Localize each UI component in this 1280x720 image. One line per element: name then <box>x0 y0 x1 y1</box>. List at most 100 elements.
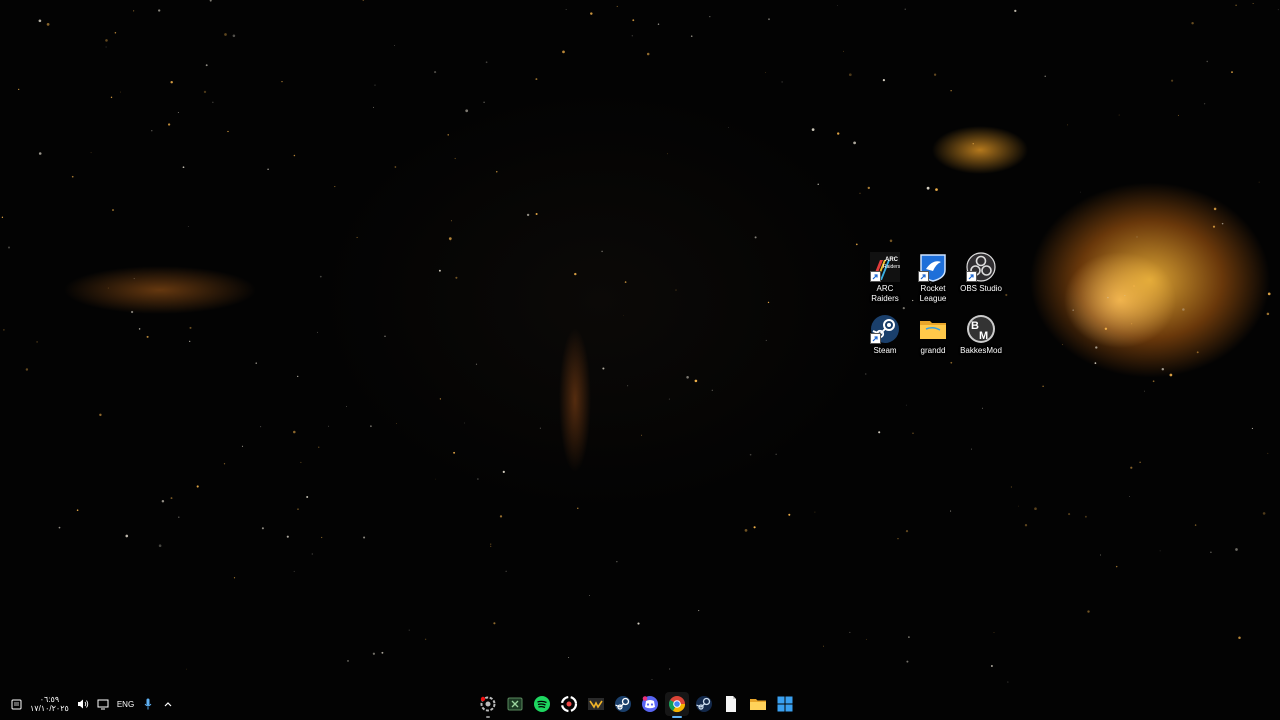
discord-icon <box>642 696 658 712</box>
taskbar-app-chrome[interactable] <box>665 692 689 718</box>
notification-icon[interactable] <box>10 698 22 710</box>
star <box>526 213 530 217</box>
star <box>267 168 269 171</box>
star <box>574 272 577 276</box>
taskbar-app-spotify[interactable] <box>530 692 554 716</box>
taskbar-app-steam-2[interactable] <box>692 692 716 716</box>
star <box>1194 524 1197 526</box>
star <box>370 425 372 428</box>
desktop-icon-steam[interactable]: Steam <box>862 314 908 376</box>
svg-text:B: B <box>971 320 979 332</box>
star <box>212 101 214 103</box>
taskbar-app-start[interactable] <box>773 692 797 716</box>
star <box>362 0 365 1</box>
rocket-league-icon <box>918 252 948 282</box>
taskbar-app-discord[interactable] <box>638 692 662 716</box>
star <box>223 463 226 465</box>
star <box>151 130 153 132</box>
star <box>811 128 815 131</box>
star <box>1 216 4 218</box>
star <box>667 153 668 155</box>
star <box>972 143 974 145</box>
star <box>99 413 102 417</box>
taskbar-app-settings[interactable] <box>476 692 500 718</box>
star <box>1139 461 1141 463</box>
star <box>1007 681 1009 683</box>
star <box>590 12 593 15</box>
star <box>224 33 227 36</box>
star <box>293 154 296 157</box>
star <box>1258 181 1260 183</box>
microphone-icon[interactable] <box>142 698 154 710</box>
star <box>490 545 492 547</box>
volume-icon[interactable] <box>77 698 89 710</box>
taskbar-app-file-explorer[interactable] <box>746 692 770 716</box>
star <box>186 668 187 670</box>
desktop-icon-label: Rocket League <box>919 284 947 303</box>
desktop-icon-obs-studio[interactable]: OBS Studio <box>958 252 1004 314</box>
running-indicator <box>486 716 490 718</box>
taskbar-app-steam[interactable] <box>611 692 635 716</box>
star <box>588 595 590 597</box>
star <box>424 638 427 641</box>
language-indicator[interactable]: ENG <box>117 700 134 709</box>
desktop-icon-arc-raiders[interactable]: ARC Raiders ARC Raiders <box>862 252 908 314</box>
star <box>447 134 449 136</box>
star <box>1251 427 1253 429</box>
star <box>1238 636 1241 639</box>
star <box>1210 551 1212 553</box>
star <box>926 186 930 190</box>
star <box>189 326 192 329</box>
star <box>110 96 113 99</box>
star <box>281 81 283 83</box>
star <box>1213 207 1217 211</box>
star <box>1266 312 1270 316</box>
desktop-icon-bakkesmod[interactable]: B M BakkesMod <box>958 314 1004 376</box>
clock[interactable]: ٠٦:٥٩ ١٧/١٠/٢٠٢٥ <box>30 695 69 713</box>
desktop-icon-grandd[interactable]: grandd <box>910 314 956 376</box>
start-icon <box>777 696 793 712</box>
star <box>1100 554 1101 556</box>
star <box>293 570 295 572</box>
star <box>158 9 161 12</box>
desktop-icon-label: ARC Raiders <box>871 284 899 303</box>
star <box>255 362 257 364</box>
star <box>161 499 165 503</box>
star <box>1252 3 1254 4</box>
star <box>1068 513 1071 516</box>
star <box>1159 550 1161 552</box>
chrome-icon <box>668 696 686 713</box>
star <box>539 427 541 429</box>
star <box>485 61 488 64</box>
star <box>449 240 451 242</box>
star <box>346 406 348 407</box>
star <box>1203 103 1206 105</box>
star <box>1124 295 1126 297</box>
star <box>464 422 465 424</box>
desktop[interactable]: ARC Raiders ARC Raiders Rocket League OB… <box>0 0 1280 720</box>
star <box>170 497 173 500</box>
star <box>209 0 212 2</box>
star <box>133 10 135 12</box>
star <box>318 446 320 448</box>
star <box>505 570 507 572</box>
star <box>1136 236 1138 238</box>
star <box>293 430 296 434</box>
star <box>1267 292 1271 296</box>
taskbar-app-game[interactable] <box>584 692 608 716</box>
star <box>90 152 92 154</box>
star <box>227 130 229 133</box>
taskbar-app-xbox[interactable] <box>503 692 527 716</box>
taskbar-app-epic[interactable] <box>557 692 581 716</box>
star <box>1144 390 1145 392</box>
star <box>728 127 729 128</box>
clock-time: ٠٦:٥٩ <box>39 695 60 704</box>
star <box>1024 524 1028 527</box>
desktop-icon-rocket-league[interactable]: Rocket League <box>910 252 956 314</box>
taskbar-app-notepad[interactable] <box>719 692 743 716</box>
star <box>1131 323 1133 325</box>
chevron-up-icon[interactable] <box>162 698 174 710</box>
svg-text:M: M <box>979 330 988 342</box>
star <box>112 209 114 211</box>
display-icon[interactable] <box>97 698 109 710</box>
